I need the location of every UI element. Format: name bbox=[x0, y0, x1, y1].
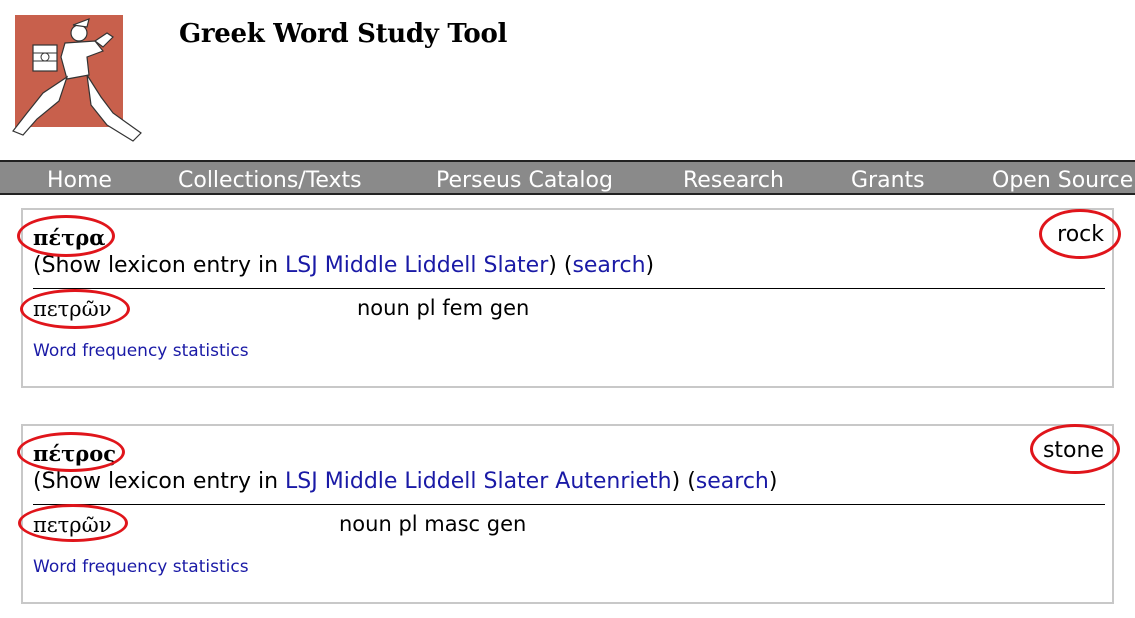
lexicon-link-middle-liddell[interactable]: Middle Liddell bbox=[325, 253, 477, 278]
lexicon-link-autenrieth[interactable]: Autenrieth bbox=[555, 469, 671, 494]
lexicon-suffix: ) bbox=[645, 253, 655, 278]
morphology-parse: noun pl fem gen bbox=[357, 296, 530, 320]
divider bbox=[33, 504, 1105, 505]
word-frequency-link[interactable]: Word frequency statistics bbox=[33, 340, 249, 362]
inflected-form: πετρῶν bbox=[33, 297, 112, 321]
lexicon-link-slater[interactable]: Slater bbox=[484, 469, 549, 494]
nav-perseus-catalog[interactable]: Perseus Catalog bbox=[436, 168, 613, 193]
nav-open-source[interactable]: Open Source bbox=[992, 168, 1133, 193]
morphology-parse: noun pl masc gen bbox=[339, 512, 527, 536]
lemma-headword: πέτρος bbox=[33, 441, 117, 466]
lemma-entry: πέτρα rock (Show lexicon entry in LSJ Mi… bbox=[21, 208, 1114, 388]
lexicon-links: (Show lexicon entry in LSJ Middle Liddel… bbox=[33, 469, 777, 495]
lemma-gloss: stone bbox=[1042, 438, 1104, 463]
search-link[interactable]: search bbox=[572, 253, 645, 278]
lexicon-prefix: (Show lexicon entry in bbox=[33, 253, 279, 278]
lemma-gloss: rock bbox=[1057, 222, 1104, 247]
search-link[interactable]: search bbox=[696, 469, 769, 494]
lexicon-link-middle-liddell[interactable]: Middle Liddell bbox=[325, 469, 477, 494]
lexicon-link-lsj[interactable]: LSJ bbox=[285, 469, 318, 494]
lemma-headword: πέτρα bbox=[33, 225, 106, 250]
nav-research[interactable]: Research bbox=[683, 168, 784, 193]
nav-collections-texts[interactable]: Collections/Texts bbox=[178, 168, 362, 193]
divider bbox=[33, 288, 1105, 289]
lemma-entry: πέτρος stone (Show lexicon entry in LSJ … bbox=[21, 424, 1114, 604]
nav-home[interactable]: Home bbox=[47, 168, 112, 193]
inflected-form: πετρῶν bbox=[33, 513, 112, 537]
nav-grants[interactable]: Grants bbox=[851, 168, 925, 193]
lexicon-suffix: ) bbox=[768, 469, 778, 494]
word-frequency-link[interactable]: Word frequency statistics bbox=[33, 556, 249, 578]
lexicon-link-slater[interactable]: Slater bbox=[484, 253, 549, 278]
lexicon-prefix: (Show lexicon entry in bbox=[33, 469, 279, 494]
main-navigation: Home Collections/Texts Perseus Catalog R… bbox=[0, 160, 1135, 195]
perseus-logo[interactable] bbox=[3, 13, 148, 143]
page-title: Greek Word Study Tool bbox=[179, 19, 508, 49]
lexicon-separator: ) ( bbox=[671, 469, 696, 494]
lexicon-link-lsj[interactable]: LSJ bbox=[285, 253, 318, 278]
lexicon-links: (Show lexicon entry in LSJ Middle Liddel… bbox=[33, 253, 654, 279]
lexicon-separator: ) ( bbox=[548, 253, 573, 278]
